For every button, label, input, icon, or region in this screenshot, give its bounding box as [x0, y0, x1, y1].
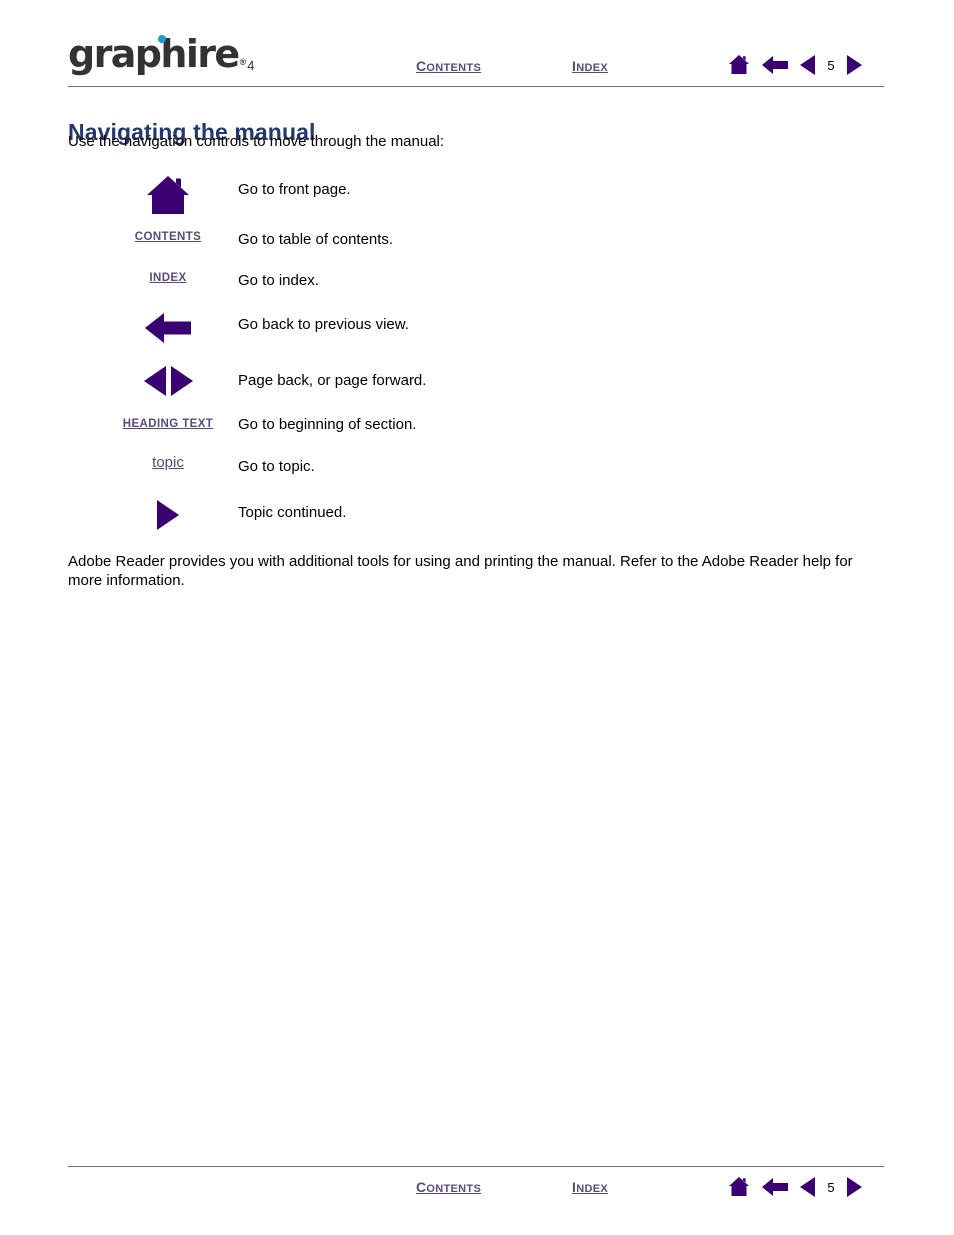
row-description: Go to front page.: [238, 181, 351, 198]
header-divider: [68, 86, 884, 87]
row-description: Go to beginning of section.: [238, 416, 417, 433]
index-link[interactable]: INDEX: [149, 272, 186, 284]
page-back-triangle-icon[interactable]: [143, 366, 166, 396]
contents-link-rest: ONTENTS: [426, 1183, 482, 1195]
page-back-triangle-icon[interactable]: [800, 55, 815, 75]
page-footer: CONTENTS INDEX 5: [68, 1166, 884, 1226]
row-description: Page back, or page forward.: [238, 372, 427, 389]
footer-page-number: 5: [827, 1179, 835, 1195]
logo-text: graphire: [68, 32, 240, 76]
index-link-rest: NDEX: [576, 1183, 608, 1195]
go-back-arrow-icon[interactable]: [762, 55, 788, 75]
contents-link-rest: ONTENTS: [426, 62, 482, 74]
header-index-link[interactable]: INDEX: [572, 59, 608, 75]
closing-paragraph: Adobe Reader provides you with additiona…: [68, 553, 853, 589]
go-back-arrow-icon[interactable]: [762, 1177, 788, 1197]
footer-contents-link[interactable]: CONTENTS: [416, 1180, 481, 1196]
topic-link[interactable]: topic: [152, 454, 184, 471]
logo-wordmark: graphire: [68, 32, 240, 76]
page-forward-triangle-icon[interactable]: [847, 55, 862, 75]
page-forward-triangle-icon[interactable]: [170, 366, 193, 396]
page-back-triangle-icon[interactable]: [800, 1177, 815, 1197]
row-description: Go back to previous view.: [238, 316, 409, 333]
contents-link-initial: C: [416, 58, 427, 74]
header-page-number: 5: [827, 57, 835, 73]
row-description: Topic continued.: [238, 504, 347, 521]
row-description: Go to index.: [238, 272, 319, 289]
footer-nav-controls: 5: [728, 1174, 862, 1200]
go-back-arrow-icon[interactable]: [145, 311, 191, 345]
header-nav-controls: 5: [728, 52, 862, 78]
header-contents-link[interactable]: CONTENTS: [416, 59, 481, 75]
intro-text: Use the navigation controls to move thro…: [68, 133, 445, 150]
manual-page: graphire ®4 CONTENTS INDEX 5 Navigating …: [0, 0, 954, 1235]
home-icon[interactable]: [728, 54, 750, 76]
logo-model-number: 4: [247, 58, 255, 73]
heading-text-link[interactable]: HEADING TEXT: [123, 418, 213, 430]
index-link-rest: NDEX: [576, 62, 608, 74]
graphire-logo: graphire ®4: [68, 34, 254, 74]
contents-link-initial: C: [416, 1179, 427, 1195]
page-forward-triangle-icon[interactable]: [847, 1177, 862, 1197]
contents-link[interactable]: CONTENTS: [135, 231, 201, 243]
footer-index-link[interactable]: INDEX: [572, 1180, 608, 1196]
logo-blue-dot-icon: [158, 35, 166, 43]
row-description: Go to table of contents.: [238, 231, 394, 248]
registered-trademark-mark: ®: [239, 57, 247, 67]
page-header: graphire ®4 CONTENTS INDEX 5: [68, 28, 884, 86]
home-icon[interactable]: [728, 1176, 750, 1198]
forward-triangle-icon[interactable]: [157, 500, 179, 530]
home-icon[interactable]: [146, 173, 190, 217]
row-description: Go to topic.: [238, 458, 315, 475]
